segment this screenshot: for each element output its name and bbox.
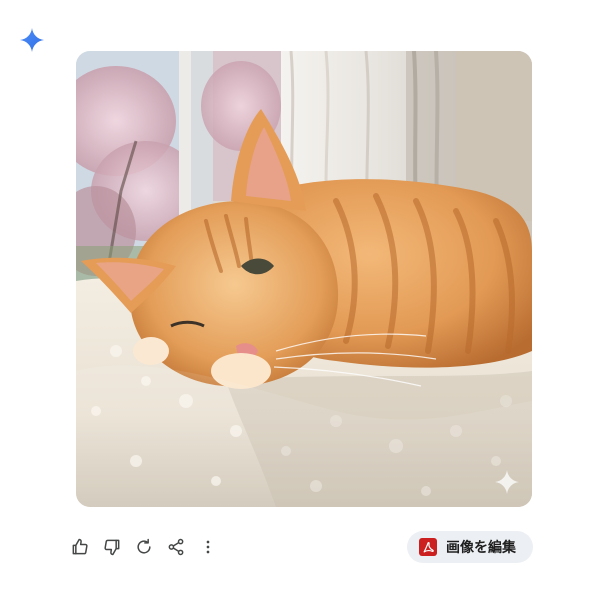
pdf-icon xyxy=(419,538,437,556)
refresh-icon xyxy=(137,538,151,554)
thumbs-down-button[interactable] xyxy=(96,531,128,563)
thumbs-down-icon xyxy=(104,539,120,556)
regenerate-button[interactable] xyxy=(128,531,160,563)
sparkle-icon xyxy=(20,28,44,52)
share-icon xyxy=(168,538,184,556)
thumbs-up-icon xyxy=(72,538,88,555)
more-vert-icon xyxy=(206,540,210,554)
cat-image xyxy=(76,51,532,507)
more-options-button[interactable] xyxy=(192,531,224,563)
generated-image[interactable] xyxy=(76,51,532,507)
edit-image-label: 画像を編集 xyxy=(446,540,516,556)
sparkle-watermark-icon xyxy=(495,470,519,494)
response-actions xyxy=(64,531,224,563)
share-button[interactable] xyxy=(160,531,192,563)
thumbs-up-button[interactable] xyxy=(64,531,96,563)
edit-image-button[interactable]: 画像を編集 xyxy=(407,531,533,563)
